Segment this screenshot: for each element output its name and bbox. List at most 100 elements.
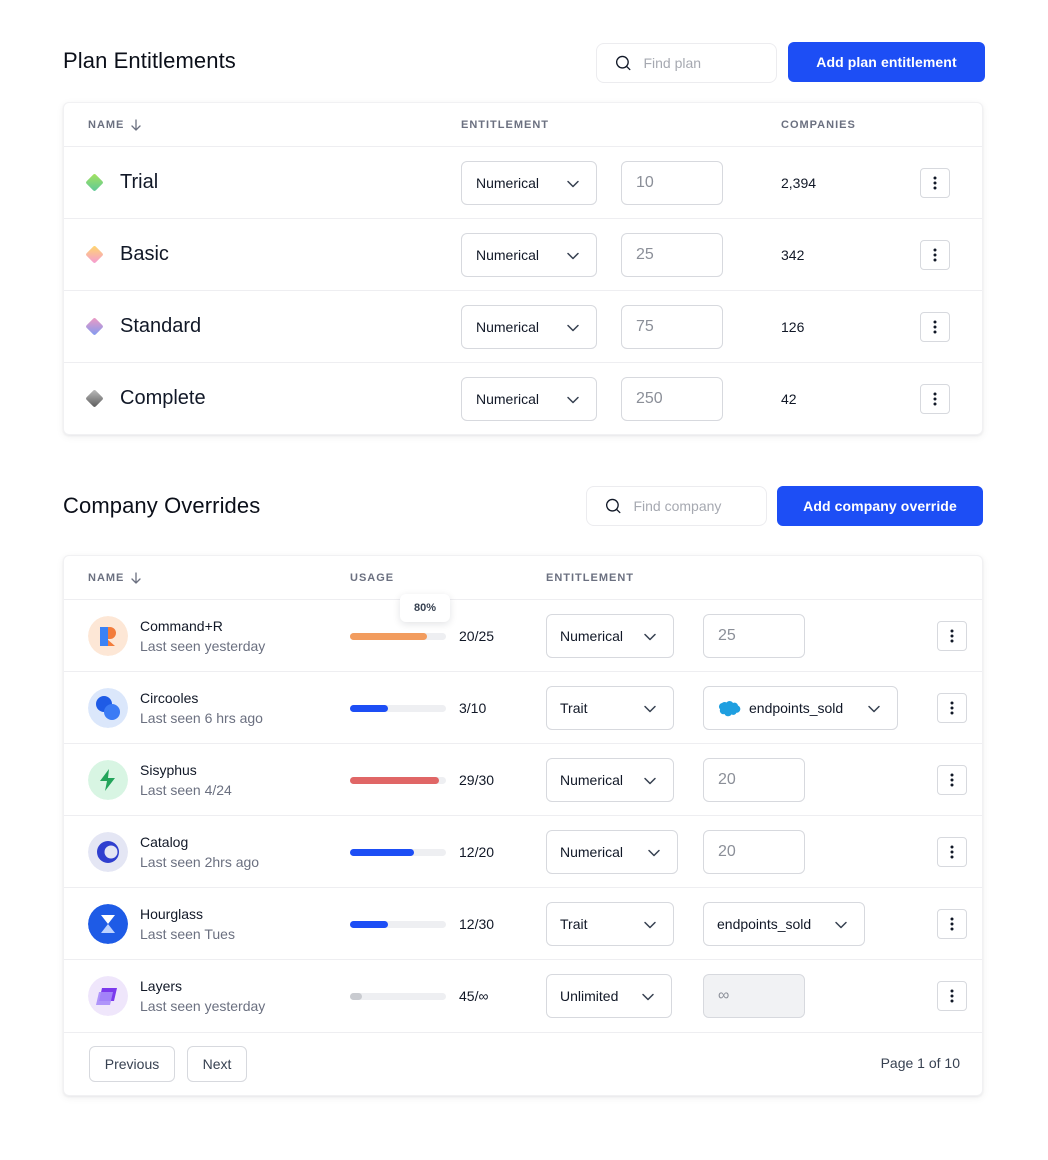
trait-value-text: endpoints_sold (749, 700, 844, 716)
page-indicator: Page 1 of 10 (880, 1055, 960, 1071)
sisyphus-logo-icon (88, 760, 128, 800)
override-entitlement-value: Trait (560, 916, 588, 932)
plan-search-box[interactable] (596, 43, 777, 83)
plan-name-column-label: NAME (88, 119, 125, 131)
more-vertical-icon (950, 629, 954, 643)
plan-value-text: 250 (636, 390, 663, 407)
company-row-menu-button[interactable] (937, 837, 967, 867)
company-last-seen: Last seen yesterday (140, 998, 266, 1014)
plan-value-input[interactable]: 10 (621, 161, 723, 205)
usage-bar (350, 777, 446, 784)
company-row-menu-button[interactable] (937, 981, 967, 1011)
company-section-header: Company Overrides (63, 493, 260, 519)
plan-row: Trial Numerical 10 2,394 (64, 147, 982, 219)
usage-bar (350, 993, 446, 1000)
add-company-override-button[interactable]: Add company override (777, 486, 983, 526)
plan-row-menu-button[interactable] (920, 384, 950, 414)
company-last-seen: Last seen Tues (140, 926, 235, 942)
company-row-menu-button[interactable] (937, 909, 967, 939)
override-entitlement-select[interactable]: Trait (546, 686, 674, 730)
previous-page-button[interactable]: Previous (89, 1046, 175, 1082)
override-entitlement-select[interactable]: Numerical (546, 830, 678, 874)
override-value-input[interactable]: 25 (703, 614, 805, 658)
plan-entitlement-column-header: ENTITLEMENT (461, 119, 549, 131)
override-value-text: 25 (718, 627, 736, 644)
plan-name-column-header[interactable]: NAME (88, 119, 142, 131)
add-plan-entitlement-button[interactable]: Add plan entitlement (788, 42, 985, 82)
override-value-text: 20 (718, 771, 736, 788)
usage-bar (350, 849, 446, 856)
plan-diamond-icon (85, 389, 104, 408)
company-row-menu-button[interactable] (937, 621, 967, 651)
plan-name: Complete (120, 387, 206, 409)
company-row-menu-button[interactable] (937, 693, 967, 723)
override-entitlement-select[interactable]: Numerical (546, 758, 674, 802)
plan-company-count: 42 (781, 391, 797, 407)
plan-value-input[interactable]: 25 (621, 233, 723, 277)
company-row-menu-button[interactable] (937, 765, 967, 795)
plan-entitlement-select[interactable]: Numerical (461, 233, 597, 277)
plan-company-count: 342 (781, 247, 805, 263)
sort-down-icon (131, 572, 142, 584)
override-value-input[interactable]: 20 (703, 758, 805, 802)
more-vertical-icon (933, 320, 937, 334)
chevron-down-icon (835, 921, 847, 929)
trait-value-text: endpoints_sold (717, 916, 812, 932)
company-table-body: Command+R Last seen yesterday 80% 20/25 … (64, 594, 982, 1032)
override-entitlement-value: Trait (560, 700, 588, 716)
plan-value-input[interactable]: 250 (621, 377, 723, 421)
usage-count: 45/∞ (459, 988, 489, 1004)
plan-section-header: Plan Entitlements (63, 48, 236, 74)
plan-value-input[interactable]: 75 (621, 305, 723, 349)
chevron-down-icon (644, 705, 656, 713)
circooles-logo-icon (88, 688, 128, 728)
plan-table-body: Trial Numerical 10 2,394 Basic Numerical… (64, 147, 982, 435)
company-avatar (88, 832, 128, 872)
usage-bar-fill (350, 993, 362, 1000)
trait-value-select[interactable]: endpoints_sold (703, 902, 865, 946)
plan-entitlement-value: Numerical (476, 391, 540, 407)
company-usage-column-header: USAGE (350, 572, 395, 584)
more-vertical-icon (950, 701, 954, 715)
chevron-down-icon (644, 921, 656, 929)
plan-search-input[interactable] (643, 55, 776, 71)
company-search-box[interactable] (586, 486, 767, 526)
chevron-down-icon (642, 993, 654, 1001)
company-search-input[interactable] (633, 498, 766, 514)
plan-row-menu-button[interactable] (920, 240, 950, 270)
override-entitlement-select[interactable]: Numerical (546, 614, 674, 658)
sort-down-icon (131, 119, 142, 131)
plan-company-count: 2,394 (781, 175, 817, 191)
command-r-logo-icon (88, 616, 128, 656)
usage-bar-fill (350, 705, 388, 712)
usage-count: 12/20 (459, 844, 495, 860)
plan-row: Basic Numerical 25 342 (64, 219, 982, 291)
plan-entitlement-value: Numerical (476, 247, 540, 263)
usage-bar (350, 633, 446, 640)
plan-row-menu-button[interactable] (920, 168, 950, 198)
override-value-input[interactable]: 20 (703, 830, 805, 874)
usage-bar-fill (350, 849, 414, 856)
plan-entitlement-select[interactable]: Numerical (461, 161, 597, 205)
plan-entitlement-select[interactable]: Numerical (461, 377, 597, 421)
company-name-column-header[interactable]: NAME (88, 572, 142, 584)
usage-count: 20/25 (459, 628, 495, 644)
plan-companies-column-header: COMPANIES (781, 119, 856, 131)
plan-entitlement-select[interactable]: Numerical (461, 305, 597, 349)
plan-company-count: 126 (781, 319, 805, 335)
override-entitlement-select[interactable]: Trait (546, 902, 674, 946)
override-value-input-disabled: ∞ (703, 974, 805, 1018)
company-name: Command+R (140, 618, 223, 634)
plan-row-menu-button[interactable] (920, 312, 950, 342)
next-page-button[interactable]: Next (187, 1046, 247, 1082)
plan-name: Standard (120, 315, 202, 337)
company-name-column-label: NAME (88, 572, 125, 584)
company-name: Hourglass (140, 906, 204, 922)
usage-count: 3/10 (459, 700, 487, 716)
override-entitlement-select[interactable]: Unlimited (546, 974, 672, 1018)
plan-row: Complete Numerical 250 42 (64, 363, 982, 435)
chevron-down-icon (644, 633, 656, 641)
trait-value-select[interactable]: endpoints_sold (703, 686, 898, 730)
more-vertical-icon (950, 845, 954, 859)
usage-bar (350, 921, 446, 928)
